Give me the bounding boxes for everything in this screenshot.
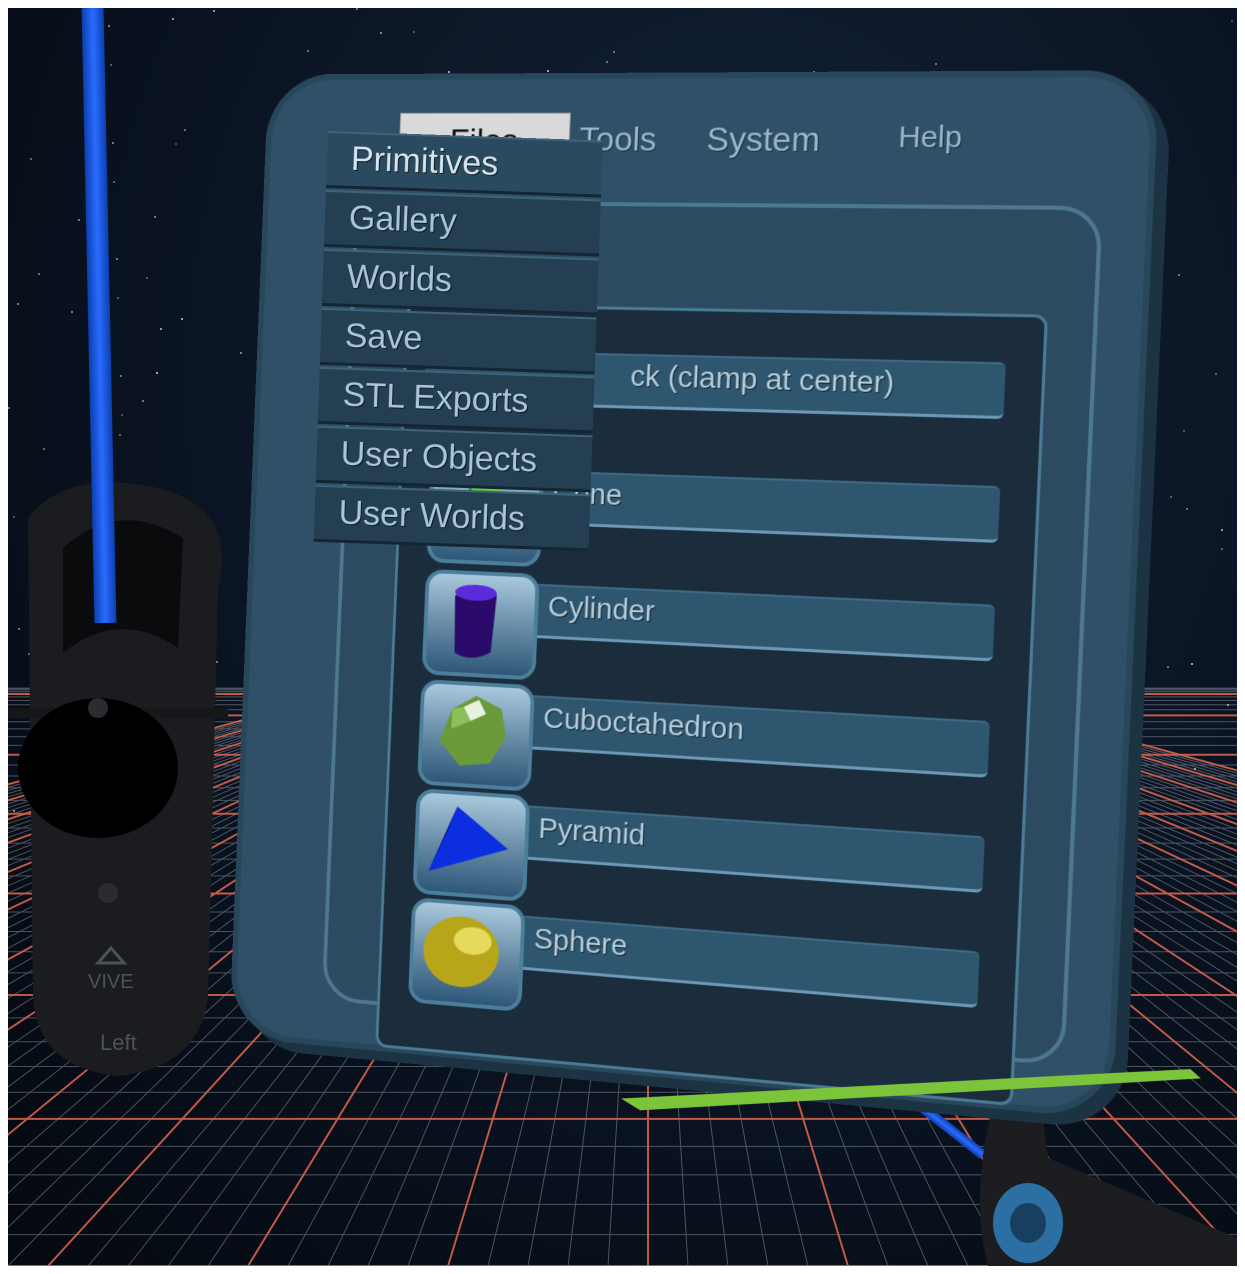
cuboctahedron-icon [417, 679, 535, 792]
pyramid-icon [412, 788, 530, 902]
menu-item-primitives[interactable]: Primitives [326, 131, 603, 198]
sphere-icon [408, 897, 526, 1012]
menu-item-user-worlds[interactable]: User Worlds [314, 485, 591, 552]
list-item-label: ck (clamp at center) [630, 360, 895, 401]
menu-help-tab[interactable]: Help [898, 121, 963, 156]
menu-item-stl-exports[interactable]: STL Exports [318, 367, 595, 434]
menu-item-gallery[interactable]: Gallery [324, 190, 601, 257]
menu-item-save[interactable]: Save [320, 308, 597, 375]
controller-brand: VIVE [88, 971, 134, 993]
files-dropdown-menu: Primitives Gallery Worlds Save STL Expor… [314, 131, 603, 553]
list-item-label: Cylinder [547, 590, 655, 629]
menu-item-worlds[interactable]: Worlds [322, 249, 599, 316]
list-item[interactable]: Cylinder [413, 574, 1001, 699]
cylinder-icon [422, 569, 540, 681]
controller-side-label: Left [100, 1030, 137, 1055]
left-vive-controller: VIVE Left [8, 478, 238, 1078]
vr-scene: VIVE Left Files Tools System Help ck (cl… [8, 8, 1237, 1266]
menu-item-user-objects[interactable]: User Objects [316, 426, 593, 493]
menu-system-tab[interactable]: System [706, 121, 821, 161]
